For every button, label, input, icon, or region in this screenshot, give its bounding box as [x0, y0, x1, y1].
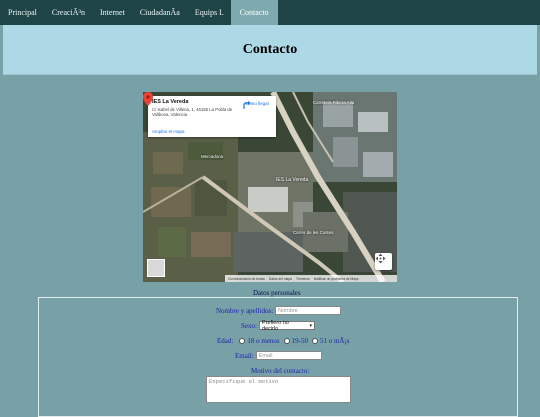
nav-item-internet[interactable]: Internet — [92, 0, 132, 25]
reason-row: Motivo del contacto: — [251, 367, 309, 375]
map-data-link[interactable]: Datos del mapa — [269, 277, 292, 281]
nav-item-principal[interactable]: Principal — [0, 0, 44, 25]
map-area-label: Carrer de les Costes — [293, 230, 334, 235]
map-area-label: Carretera Ribera Alta — [313, 100, 355, 105]
nav-item-equips[interactable]: Equips I. — [187, 0, 231, 25]
age-option-label: 19-50 — [291, 337, 308, 345]
embedded-map[interactable]: Carretera Ribera Alta Mercadona Carrer d… — [143, 92, 397, 282]
pin-label: IES La Vereda — [276, 177, 309, 183]
page-title: Contacto — [242, 41, 298, 57]
directions-button[interactable]: Cómo llegar — [242, 100, 272, 109]
nav-item-label: Principal — [8, 8, 37, 17]
map-attribution-bar: Combinaciones de teclas Datos del mapa T… — [225, 275, 397, 282]
name-row: Nombre y apellidos: Nombre — [216, 306, 342, 315]
place-address: C/ Isabel de Villena, 1, 46185 La Pobla … — [152, 107, 233, 118]
reason-placeholder: Especifique el motivo — [209, 378, 279, 385]
sex-label: Sexo: — [241, 321, 257, 330]
directions-icon — [243, 101, 251, 109]
nav-item-ciudadania[interactable]: CiudadanÃ­a — [132, 0, 187, 25]
age-radio-18[interactable] — [239, 338, 246, 344]
age-option-label: 18 o menos — [247, 337, 280, 345]
enlarge-map-link[interactable]: Ampliar el mapa — [152, 129, 185, 134]
sex-selected-value: Prefiero no decirlo — [261, 319, 289, 332]
age-option-label: 51 o mÃ¡s — [319, 337, 350, 345]
place-name: IES La Vereda — [152, 99, 189, 105]
nav-item-label: CreaciÃ³n — [51, 8, 85, 17]
sex-row: Sexo: Prefiero no decirlo ▾ — [241, 319, 315, 332]
email-label: Email: — [235, 351, 254, 360]
pan-arrows-icon — [375, 253, 386, 264]
sex-select[interactable]: Prefiero no decirlo ▾ — [258, 319, 315, 332]
nav-item-contacto[interactable]: Contacto — [230, 0, 278, 25]
email-row: Email: Email — [235, 351, 322, 360]
age-radio-19-50[interactable] — [283, 338, 290, 344]
age-row: Edad: 18 o menos 19-50 51 o mÃ¡s — [217, 337, 350, 345]
page-header: Contacto — [3, 25, 537, 75]
age-label: Edad: — [217, 337, 234, 345]
email-placeholder: Email — [258, 352, 273, 359]
nav-item-label: Internet — [99, 8, 125, 17]
nav-item-label: CiudadanÃ­a — [139, 8, 180, 17]
nav-item-label: Equips I. — [194, 8, 224, 17]
top-navigation: Principal CreaciÃ³n Internet CiudadanÃ­a… — [0, 0, 540, 25]
email-input[interactable]: Email — [255, 351, 322, 360]
name-input[interactable]: Nombre — [275, 306, 342, 315]
nav-item-label: Contacto — [239, 8, 269, 17]
reason-textarea[interactable]: Especifique el motivo — [206, 376, 351, 403]
map-pan-control[interactable] — [375, 253, 392, 270]
map-area-label: Mercadona — [201, 154, 223, 159]
fieldset-legend: Datos personales — [250, 289, 304, 297]
name-label: Nombre y apellidos: — [216, 306, 274, 315]
keyboard-shortcuts-link[interactable]: Combinaciones de teclas — [228, 277, 265, 281]
name-placeholder: Nombre — [278, 307, 298, 314]
report-problem-link[interactable]: Notificar un problema de Maps — [314, 277, 359, 281]
age-radio-51[interactable] — [311, 338, 318, 344]
place-info-card: IES La Vereda C/ Isabel de Villena, 1, 4… — [148, 96, 276, 137]
map-pin-icon[interactable] — [143, 92, 153, 106]
reason-label: Motivo del contacto: — [251, 367, 310, 375]
nav-item-creacion[interactable]: CreaciÃ³n — [44, 0, 92, 25]
terms-link[interactable]: Términos — [296, 277, 310, 281]
chevron-down-icon: ▾ — [309, 322, 312, 329]
map-type-toggle[interactable] — [147, 259, 165, 277]
